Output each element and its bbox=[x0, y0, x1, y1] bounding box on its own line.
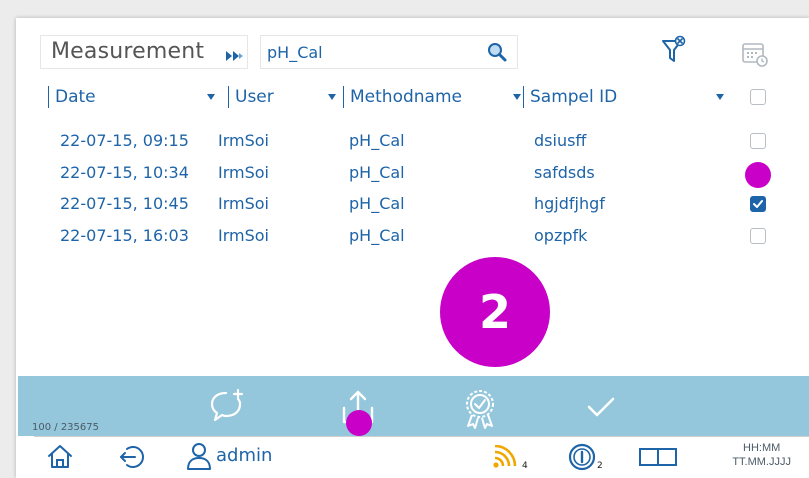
column-header-label: User bbox=[235, 87, 274, 107]
cell-user: IrmSoi bbox=[218, 131, 269, 150]
highlight-marker-dot bbox=[346, 410, 372, 436]
username-label[interactable]: admin bbox=[216, 445, 272, 466]
column-header-label: Methodname bbox=[350, 87, 462, 107]
select-all-checkbox[interactable] bbox=[750, 89, 766, 105]
row-checkbox[interactable] bbox=[750, 196, 766, 212]
table-row[interactable]: 22-07-15, 10:34 IrmSoi pH_Cal safdsds bbox=[16, 160, 809, 186]
signal-count: 4 bbox=[522, 461, 528, 471]
cell-date: 22-07-15, 09:15 bbox=[60, 131, 189, 150]
row-checkbox[interactable] bbox=[750, 133, 766, 149]
checkmark-icon[interactable] bbox=[586, 396, 616, 422]
logout-icon[interactable] bbox=[118, 443, 146, 475]
column-header-date[interactable]: Date bbox=[48, 86, 96, 108]
column-header-label: Date bbox=[55, 87, 96, 107]
column-header-sample-id[interactable]: Sampel ID bbox=[523, 86, 617, 108]
table-row[interactable]: 22-07-15, 16:03 IrmSoi pH_Cal opzpfk bbox=[16, 223, 809, 249]
record-counter: 100 / 235675 bbox=[32, 422, 99, 433]
home-icon[interactable] bbox=[46, 443, 74, 473]
mode-label: Measurement bbox=[51, 39, 205, 64]
comment-add-icon[interactable] bbox=[208, 388, 248, 428]
table-row[interactable]: 22-07-15, 10:45 IrmSoi pH_Cal hgjdfjhgf bbox=[16, 191, 809, 217]
search-icon[interactable] bbox=[487, 42, 507, 66]
highlight-marker-dot bbox=[745, 162, 771, 188]
date-display: TT.MM.JJJJ bbox=[732, 456, 791, 468]
row-checkbox[interactable] bbox=[750, 228, 766, 244]
cell-sample-id: safdsds bbox=[534, 163, 595, 182]
double-chevron-icon[interactable] bbox=[225, 47, 245, 66]
filter-clear-icon[interactable] bbox=[661, 35, 687, 69]
cell-method: pH_Cal bbox=[349, 163, 405, 182]
cell-date: 22-07-15, 10:34 bbox=[60, 163, 189, 182]
cell-method: pH_Cal bbox=[349, 194, 405, 213]
clock-display: HH:MM TT.MM.JJJJ bbox=[732, 441, 791, 469]
sort-dropdown-icon[interactable] bbox=[716, 94, 724, 100]
cell-method: pH_Cal bbox=[349, 226, 405, 245]
cell-user: IrmSoi bbox=[218, 226, 269, 245]
cell-method: pH_Cal bbox=[349, 131, 405, 150]
cell-date: 22-07-15, 10:45 bbox=[60, 194, 189, 213]
cell-sample-id: hgjdfjhgf bbox=[534, 194, 605, 213]
sort-dropdown-icon[interactable] bbox=[513, 94, 521, 100]
cell-sample-id: dsiusff bbox=[534, 131, 587, 150]
sort-dropdown-icon[interactable] bbox=[207, 94, 215, 100]
column-header-label: Sampel ID bbox=[530, 87, 618, 107]
sort-dropdown-icon[interactable] bbox=[328, 94, 336, 100]
manual-book-icon[interactable] bbox=[638, 447, 680, 471]
action-toolbar: 100 / 235675 bbox=[18, 376, 809, 436]
info-count: 2 bbox=[597, 461, 603, 471]
cell-user: IrmSoi bbox=[218, 194, 269, 213]
search-box bbox=[260, 35, 518, 69]
cell-sample-id: opzpfk bbox=[534, 226, 588, 245]
cell-user: IrmSoi bbox=[218, 163, 269, 182]
table-row[interactable]: 22-07-15, 09:15 IrmSoi pH_Cal dsiusff bbox=[16, 128, 809, 154]
info-icon[interactable] bbox=[568, 443, 596, 475]
status-bar: admin 4 2 HH:MM TT.MM.JJJJ bbox=[34, 436, 809, 477]
column-header-user[interactable]: User bbox=[228, 86, 274, 108]
calendar-clock-icon[interactable] bbox=[741, 40, 769, 72]
signal-icon[interactable] bbox=[492, 444, 518, 473]
mode-selector[interactable]: Measurement bbox=[40, 35, 248, 69]
time-display: HH:MM bbox=[743, 442, 781, 454]
user-icon[interactable] bbox=[186, 441, 212, 475]
search-input[interactable] bbox=[267, 41, 477, 63]
column-header-methodname[interactable]: Methodname bbox=[343, 86, 462, 108]
step-number-badge: 2 bbox=[440, 257, 550, 367]
check-icon bbox=[753, 200, 763, 208]
certificate-icon[interactable] bbox=[462, 388, 498, 434]
cell-date: 22-07-15, 16:03 bbox=[60, 226, 189, 245]
